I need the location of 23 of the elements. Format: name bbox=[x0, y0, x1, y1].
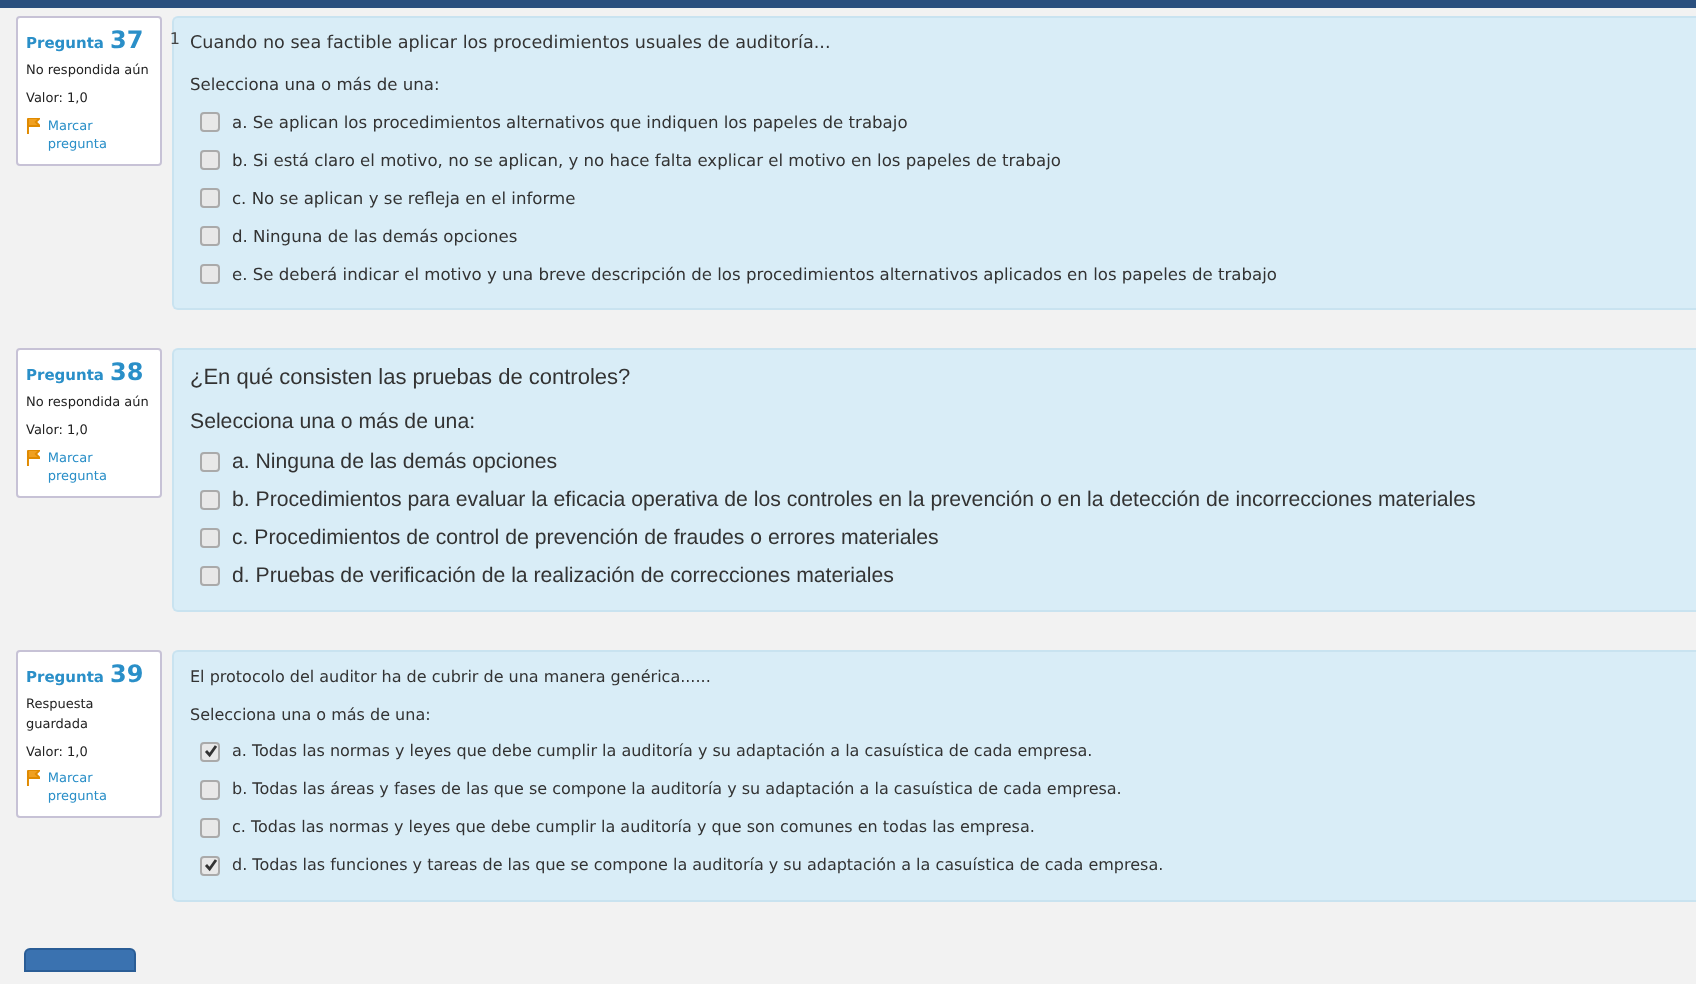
question-text: El protocolo del auditor ha de cubrir de una manera genérica...... bbox=[190, 668, 713, 686]
option-text[interactable]: d. Ninguna de las demás opciones bbox=[232, 225, 518, 245]
option-text[interactable]: b. Todas las áreas y fases de las que se compone la auditoría y su adaptación a la casuística de cada empresa. bbox=[232, 780, 1122, 798]
option-text[interactable]: b. Procedimientos para evaluar la eficacia operativa de los controles en la prevención o en la detección de incorrecciones materiales bbox=[232, 487, 1476, 511]
option-text[interactable]: a. Todas las normas y leyes que debe cumplir la auditoría y su adaptación a la casuística de cada empresa. bbox=[232, 742, 1093, 760]
instruction-text: Selecciona una o más de una: bbox=[190, 74, 442, 94]
question-marker: 1 bbox=[169, 30, 180, 48]
option-text[interactable]: c. No se aplican y se refleja en el informe bbox=[232, 187, 576, 207]
question-text: ¿En qué consisten las pruebas de controles? bbox=[190, 366, 633, 390]
option-text[interactable]: d. Pruebas de verificación de la realización de correcciones materiales bbox=[232, 563, 894, 587]
option-text[interactable]: b. Si está claro el motivo, no se aplican, y no hace falta explicar el motivo en los papeles de trabajo bbox=[232, 149, 1061, 169]
option-text[interactable]: c. Todas las normas y leyes que debe cumplir la auditoría y que son comunes en todas las empresa. bbox=[232, 818, 1035, 836]
option-text[interactable]: a. Ninguna de las demás opciones bbox=[232, 449, 558, 473]
option-text[interactable]: c. Procedimientos de control de prevención de fraudes o errores materiales bbox=[232, 525, 939, 549]
question-number: 39 bbox=[109, 660, 144, 688]
option-text[interactable]: e. Se deberá indicar el motivo y una breve descripción de los procedimientos alternativos aplicados en los papeles de trabajo bbox=[232, 263, 1277, 283]
question-number: 38 bbox=[109, 358, 144, 386]
option-text[interactable]: a. Se aplican los procedimientos alternativos que indiquen los papeles de trabajo bbox=[232, 111, 908, 131]
question-number: 37 bbox=[109, 26, 144, 54]
instruction-text: Selecciona una o más de una: bbox=[190, 706, 433, 724]
instruction-text: Selecciona una o más de una: bbox=[190, 410, 478, 434]
question-text: Cuando no sea factible aplicar los procedimientos usuales de auditoría... bbox=[190, 34, 833, 54]
option-text[interactable]: d. Todas las funciones y tareas de las que se compone la auditoría y su adaptación a la casuística de cada empresa. bbox=[232, 856, 1164, 874]
